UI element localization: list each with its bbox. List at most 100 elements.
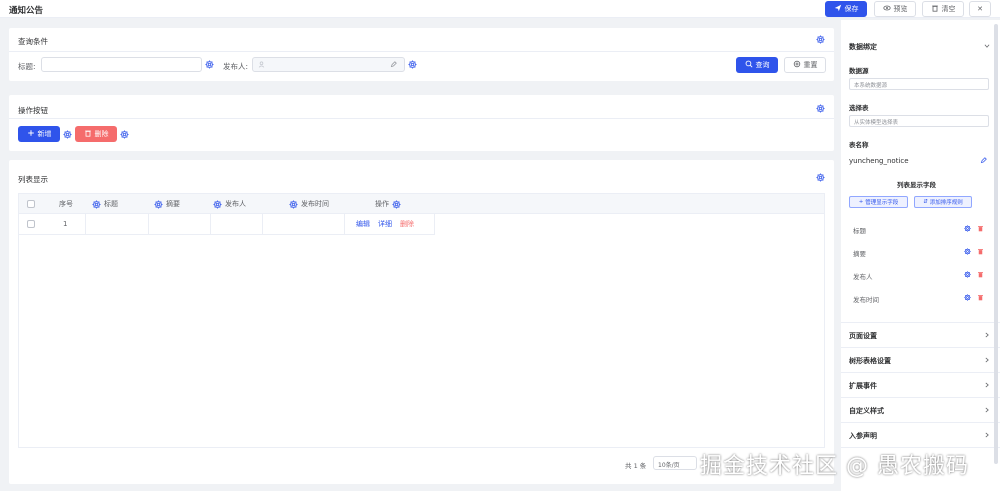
list-card: 列表显示 序号 标题 摘要 发布人 发布时间 操作 1 编辑 详细 删除 共 1… <box>9 160 834 484</box>
divider <box>841 347 1000 348</box>
delete-link[interactable]: 删除 <box>400 219 414 229</box>
trash-icon[interactable] <box>977 294 984 301</box>
add-sort-button[interactable]: ⇵ 添加排序规则 <box>914 196 972 208</box>
query-card: 查询条件 标题: 发布人: 查询 重置 <box>9 28 834 81</box>
field-name: 摘要 <box>853 250 866 258</box>
manage-fields-button[interactable]: + 管理显示字段 <box>849 196 908 208</box>
table-header: 序号 标题 摘要 发布人 发布时间 操作 <box>19 194 824 214</box>
trash-icon <box>931 4 939 14</box>
chevron-right-icon[interactable] <box>984 332 990 338</box>
select-user-icon[interactable] <box>390 61 397 70</box>
eye-icon <box>882 4 891 14</box>
gear-icon[interactable] <box>154 199 163 209</box>
plus-icon <box>27 129 35 139</box>
list-fields-title: 列表显示字段 <box>897 181 936 189</box>
trash-icon <box>84 129 92 139</box>
gear-icon[interactable] <box>289 199 298 209</box>
preview-button[interactable]: 预览 <box>874 1 916 17</box>
gear-icon[interactable] <box>816 104 825 113</box>
search-icon <box>745 60 753 70</box>
field-name: 发布人 <box>853 273 873 281</box>
page-size-select[interactable]: 10条/页 <box>653 456 697 470</box>
properties-panel: 数据绑定 数据源 本系统数据源 选择表 从实体模型选择表 表名称 yunchen… <box>841 20 1000 491</box>
col-summary: 摘要 <box>154 194 180 214</box>
delete-button[interactable]: 删除 <box>75 126 117 142</box>
gear-icon[interactable] <box>408 60 417 69</box>
col-title: 标题 <box>92 194 118 214</box>
plus-icon: + <box>858 199 864 205</box>
gear-icon[interactable] <box>964 271 971 278</box>
trash-icon[interactable] <box>977 225 984 232</box>
row-checkbox[interactable] <box>27 214 35 234</box>
field-row: 摘要 <box>849 244 990 261</box>
trash-icon[interactable] <box>977 248 984 255</box>
edit-link[interactable]: 编辑 <box>356 219 370 229</box>
gear-icon[interactable] <box>63 130 72 139</box>
field-name: 标题 <box>853 227 866 235</box>
chevron-down-icon[interactable] <box>984 43 990 49</box>
divider <box>841 372 1000 373</box>
gear-icon[interactable] <box>964 248 971 255</box>
close-button[interactable]: ✕ <box>969 1 991 17</box>
gear-icon[interactable] <box>816 173 825 182</box>
gear-icon[interactable] <box>964 225 971 232</box>
watermark: 掘金技术社区 @ 愚农搬码 <box>700 454 969 479</box>
list-card-title: 列表显示 <box>18 175 48 184</box>
gear-icon[interactable] <box>816 35 825 44</box>
title-input[interactable] <box>41 57 202 72</box>
trash-icon[interactable] <box>977 271 984 278</box>
gear-icon[interactable] <box>120 130 129 139</box>
cell-divider <box>344 214 345 234</box>
table-name-value: yuncheng_notice <box>849 157 909 165</box>
row-divider <box>19 234 435 235</box>
detail-link[interactable]: 详细 <box>378 219 392 229</box>
query-card-title: 查询条件 <box>18 37 48 46</box>
save-button[interactable]: 保存 <box>825 1 867 17</box>
add-button[interactable]: 新增 <box>18 126 60 142</box>
chevron-right-icon[interactable] <box>984 382 990 388</box>
publisher-label: 发布人: <box>223 62 249 71</box>
select-table-input[interactable]: 从实体模型选择表 <box>849 115 989 127</box>
reset-button[interactable]: 重置 <box>784 57 826 73</box>
cell-divider <box>434 214 435 234</box>
col-operations: 操作 <box>375 194 401 214</box>
section-tree-table-settings[interactable]: 树形表格设置 <box>849 356 891 366</box>
cell-divider <box>210 214 211 234</box>
field-row: 标题 <box>849 221 990 238</box>
field-name: 发布时间 <box>853 296 879 304</box>
select-all-checkbox[interactable] <box>27 194 35 214</box>
col-publish-time: 发布时间 <box>289 194 329 214</box>
actions-card-title: 操作按钮 <box>18 106 48 115</box>
gear-icon[interactable] <box>205 60 214 69</box>
actions-card: 操作按钮 新增 删除 <box>9 95 834 151</box>
divider <box>841 422 1000 423</box>
gear-icon[interactable] <box>392 199 401 209</box>
datasource-select[interactable]: 本系统数据源 <box>849 78 989 90</box>
publisher-input[interactable] <box>252 57 405 72</box>
table-name-label: 表名称 <box>849 141 869 149</box>
field-row: 发布时间 <box>849 290 990 307</box>
section-page-settings[interactable]: 页面设置 <box>849 331 877 341</box>
chevron-right-icon[interactable] <box>984 357 990 363</box>
pagination-total: 共 1 条 <box>625 462 647 470</box>
field-row: 发布人 <box>849 267 990 284</box>
gear-icon[interactable] <box>92 199 101 209</box>
section-extension-events[interactable]: 扩展事件 <box>849 381 877 391</box>
actions-card-header: 操作按钮 <box>9 95 834 119</box>
list-card-header: 列表显示 <box>9 160 834 184</box>
clear-button[interactable]: 清空 <box>922 1 964 17</box>
edit-icon[interactable] <box>980 157 987 166</box>
search-button[interactable]: 查询 <box>736 57 778 73</box>
section-custom-style[interactable]: 自定义样式 <box>849 406 884 416</box>
chevron-right-icon[interactable] <box>984 407 990 413</box>
row-index: 1 <box>63 220 68 228</box>
close-icon: ✕ <box>977 5 983 13</box>
divider <box>841 322 1000 323</box>
gear-icon[interactable] <box>213 199 222 209</box>
section-input-params[interactable]: 入参声明 <box>849 431 877 441</box>
datasource-label: 数据源 <box>849 67 869 75</box>
title-label: 标题: <box>18 62 36 71</box>
chevron-right-icon[interactable] <box>984 432 990 438</box>
gear-icon[interactable] <box>964 294 971 301</box>
scrollbar[interactable] <box>994 24 998 464</box>
